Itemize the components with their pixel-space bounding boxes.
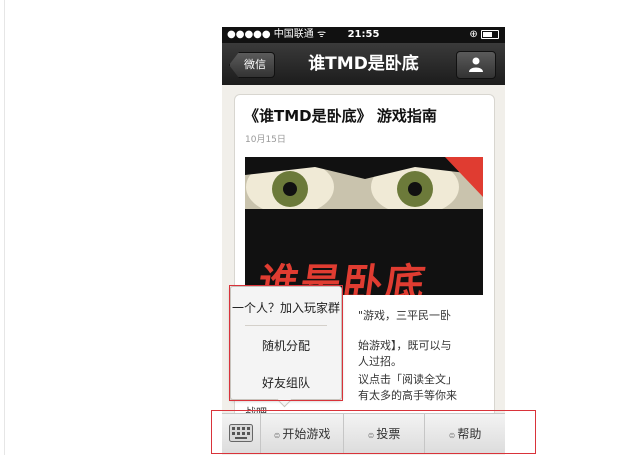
body-line: "游戏，三平民一卧 bbox=[358, 309, 452, 322]
body-line: 人过招。 bbox=[358, 355, 402, 368]
status-right: ⊕ bbox=[469, 27, 499, 43]
body-line: 有太多的高手等你来 bbox=[358, 389, 457, 402]
article-date: 10月15日 bbox=[245, 135, 286, 145]
person-icon bbox=[469, 57, 483, 72]
article-cover-image: 谁是卧底 bbox=[245, 157, 483, 295]
back-button[interactable]: 微信 bbox=[229, 52, 275, 78]
body-line: 始游戏】，既可以与 bbox=[358, 339, 452, 352]
profile-button[interactable] bbox=[456, 51, 496, 79]
page-border bbox=[4, 0, 5, 455]
status-time: 21:55 bbox=[347, 29, 380, 40]
body-line: 议点击「阅读全文」 bbox=[358, 373, 457, 386]
status-bar: ●●●●● 中国联通 ᯤ 21:55 ⊕ bbox=[222, 27, 505, 43]
page-title: 谁TMD是卧底 bbox=[308, 54, 419, 74]
menu-highlight-box bbox=[211, 410, 536, 454]
article-title: 《谁TMD是卧底》 游戏指南 bbox=[244, 107, 437, 125]
lock-rotation-icon: ⊕ bbox=[469, 29, 478, 40]
battery-icon bbox=[481, 29, 499, 39]
nav-bar: 微信 谁TMD是卧底 bbox=[222, 43, 505, 85]
popup-highlight-box bbox=[229, 285, 343, 401]
